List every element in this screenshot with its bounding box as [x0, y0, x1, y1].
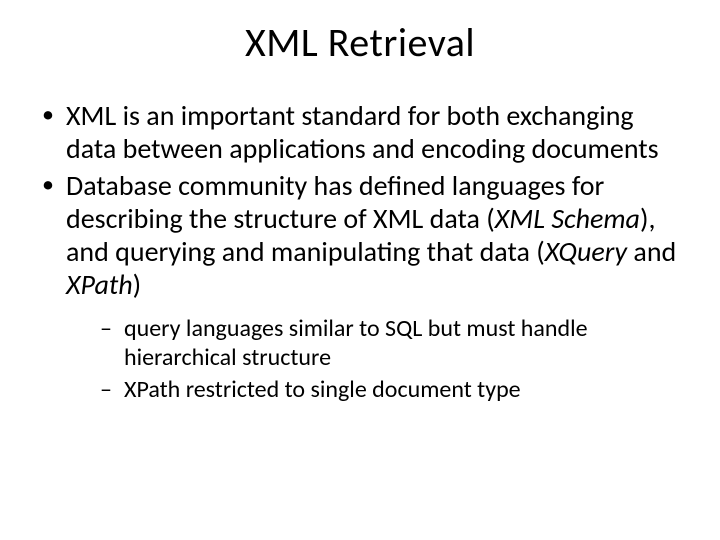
slide: XML Retrieval XML is an important standa…: [0, 0, 720, 540]
bullet-text: XML is an important standard for both ex…: [66, 98, 659, 166]
slide-title: XML Retrieval: [30, 18, 690, 67]
bullet-item: XML is an important standard for both ex…: [36, 99, 690, 165]
sub-bullet-text: XPath restricted to single document type: [124, 375, 521, 404]
bullet-list: XML is an important standard for both ex…: [36, 99, 690, 404]
sub-bullet-list: query languages similar to SQL but must …: [100, 315, 690, 404]
sub-bullet-item: XPath restricted to single document type: [100, 376, 690, 404]
bullet-text: Database community has defined languages…: [66, 168, 676, 302]
bullet-item: Database community has defined languages…: [36, 169, 690, 404]
sub-bullet-item: query languages similar to SQL but must …: [100, 315, 690, 372]
sub-bullet-text: query languages similar to SQL but must …: [124, 314, 588, 371]
